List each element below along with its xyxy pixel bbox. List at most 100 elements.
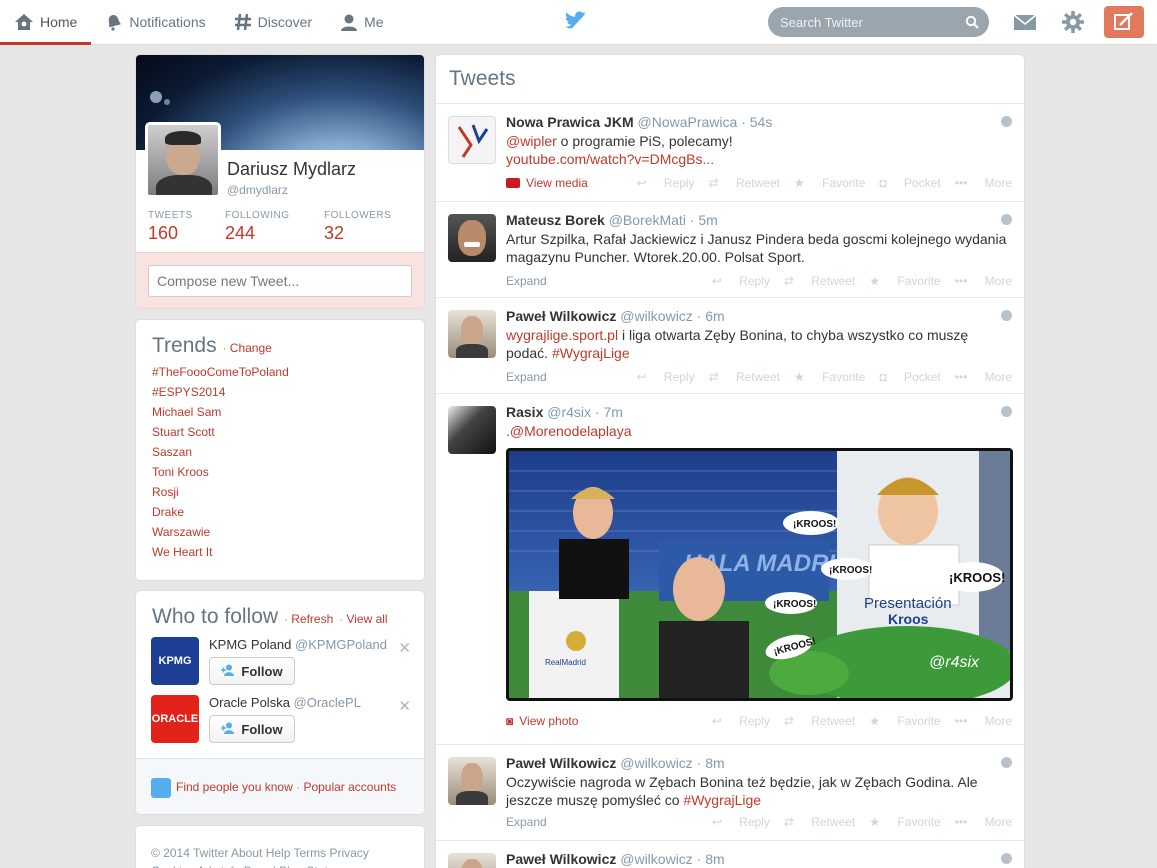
nav-discover[interactable]: Discover [220,0,326,44]
expand-link[interactable]: Expand [506,370,547,384]
trend-item[interactable]: Drake [152,505,184,519]
find-people-link[interactable]: Find people you know [176,780,293,794]
tweet[interactable]: Paweł Wilkowicz @wilkowicz · 8m [436,840,1024,868]
dismiss-icon[interactable]: ✕ [398,697,411,715]
tweet-avatar[interactable] [448,214,496,262]
tweet-photo[interactable]: HALA MADRID RealMadrid ¡KROOS! ¡KROOS! ¡… [506,448,1013,701]
tweet-author-handle[interactable]: @wilkowicz [620,851,693,867]
expand-link[interactable]: Expand [506,815,547,829]
profile-handle[interactable]: @dmydlarz [227,183,288,197]
tweet-avatar[interactable] [448,853,496,868]
retweet-button[interactable]: ⇄ Retweet [709,370,780,384]
oracle-logo[interactable]: ORACLE [151,695,199,743]
retweet-button[interactable]: ⇄ Retweet [709,176,780,190]
pocket-button[interactable]: ◘ Pocket [879,176,940,190]
tweet[interactable]: Paweł Wilkowicz @wilkowicz · 8m Oczywiśc… [436,744,1024,840]
reply-button[interactable]: ↩ Reply [636,370,694,384]
tweet-avatar[interactable] [448,757,496,805]
follow-button[interactable]: Follow [209,657,295,685]
favorite-button[interactable]: ★ Favorite [794,176,865,190]
more-button[interactable]: ••• More [955,815,1012,829]
favorite-button[interactable]: ★ Favorite [869,274,940,288]
tweet-author-handle[interactable]: @r4six [547,404,591,420]
twitter-bird-icon[interactable] [565,11,587,34]
kpmg-logo[interactable]: KPMG [151,637,199,685]
tweet-author-name[interactable]: Paweł Wilkowicz [506,851,616,867]
dismiss-icon[interactable]: ✕ [398,639,411,657]
tweet-link[interactable]: youtube.com/watch?v=DMcgBs... [506,151,714,167]
trend-item[interactable]: We Heart It [152,545,212,559]
tweet-hashtag[interactable]: #WygrajLige [552,345,630,361]
tweet-mention[interactable]: .@Morenodelaplaya [506,423,632,439]
tweet[interactable]: Rasix @r4six · 7m .@Morenodelaplaya HALA… [436,393,1024,744]
tweet-time[interactable]: 8m [705,755,724,771]
tweet-author-name[interactable]: Mateusz Borek [506,212,605,228]
tweet-avatar[interactable] [448,310,496,358]
tweet-author-handle[interactable]: @wilkowicz [620,308,693,324]
popular-accounts-link[interactable]: Popular accounts [303,780,396,794]
tweet-author-handle[interactable]: @wilkowicz [620,755,693,771]
search-input[interactable] [768,7,948,37]
trend-item[interactable]: Rosji [152,485,179,499]
retweet-button[interactable]: ⇄ Retweet [784,714,855,728]
more-button[interactable]: ••• More [955,370,1012,384]
footer-links[interactable]: © 2014 Twitter About Help Terms Privacy … [151,844,411,868]
reply-button[interactable]: ↩ Reply [636,176,694,190]
favorite-button[interactable]: ★ Favorite [794,370,865,384]
favorite-button[interactable]: ★ Favorite [869,815,940,829]
envelope-icon[interactable] [1013,12,1037,35]
tweet-time[interactable]: 5m [698,212,717,228]
nav-me[interactable]: Me [326,0,397,44]
view-photo-link[interactable]: ◙ View photo [506,714,578,728]
search-box[interactable] [768,7,989,37]
more-button[interactable]: ••• More [955,274,1012,288]
tweet-author-name[interactable]: Paweł Wilkowicz [506,755,616,771]
compose-tweet-input[interactable] [148,265,412,297]
tweet-author-name[interactable]: Nowa Prawica JKM [506,114,634,130]
tweet-author-handle[interactable]: @BorekMati [609,212,686,228]
reply-button[interactable]: ↩ Reply [712,815,770,829]
pocket-button[interactable]: ◘ Pocket [879,370,940,384]
trend-item[interactable]: #TheFoooComeToPoland [152,365,289,379]
expand-link[interactable]: Expand [506,274,547,288]
tweet[interactable]: Nowa Prawica JKM @NowaPrawica · 54s @wip… [436,103,1024,201]
profile-name[interactable]: Dariusz Mydlarz [227,159,356,180]
avatar[interactable] [145,122,221,198]
tweet-time[interactable]: 8m [705,851,724,867]
wtf-view-all-link[interactable]: View all [346,612,387,626]
trend-item[interactable]: Toni Kroos [152,465,209,479]
tweet[interactable]: Paweł Wilkowicz @wilkowicz · 6m wygrajli… [436,297,1024,393]
tweet-time[interactable]: 7m [603,404,622,420]
search-icon[interactable] [965,15,979,32]
reply-button[interactable]: ↩ Reply [712,274,770,288]
tweet-author-name[interactable]: Rasix [506,404,543,420]
stat-tweets[interactable]: TWEETS 160 [148,210,225,244]
tweet-time[interactable]: 54s [750,114,773,130]
tweet-hashtag[interactable]: #WygrajLige [683,792,761,808]
tweet-author-name[interactable]: Paweł Wilkowicz [506,308,616,324]
retweet-button[interactable]: ⇄ Retweet [784,274,855,288]
tweet-avatar[interactable] [448,116,496,164]
nav-notifications[interactable]: Notifications [91,0,219,44]
trends-change-link[interactable]: Change [230,341,272,355]
more-button[interactable]: ••• More [955,714,1012,728]
stat-following[interactable]: FOLLOWING 244 [225,210,324,244]
favorite-button[interactable]: ★ Favorite [869,714,940,728]
trend-item[interactable]: #ESPYS2014 [152,385,225,399]
tweet-mention[interactable]: @wipler [506,133,557,149]
trend-item[interactable]: Stuart Scott [152,425,215,439]
follow-button[interactable]: Follow [209,715,295,743]
tweet-author-handle[interactable]: @NowaPrawica [638,114,738,130]
view-media-link[interactable]: View media [506,176,588,190]
tweet-time[interactable]: 6m [705,308,724,324]
tweet-avatar[interactable] [448,406,496,454]
compose-tweet-button[interactable] [1104,6,1144,38]
more-button[interactable]: ••• More [955,176,1012,190]
trend-item[interactable]: Warszawie [152,525,210,539]
tweet[interactable]: Mateusz Borek @BorekMati · 5m Artur Szpi… [436,201,1024,297]
trend-item[interactable]: Saszan [152,445,192,459]
stat-followers[interactable]: FOLLOWERS 32 [324,210,401,244]
reply-button[interactable]: ↩ Reply [712,714,770,728]
trend-item[interactable]: Michael Sam [152,405,221,419]
tweet-link[interactable]: wygrajlige.sport.pl [506,327,618,343]
